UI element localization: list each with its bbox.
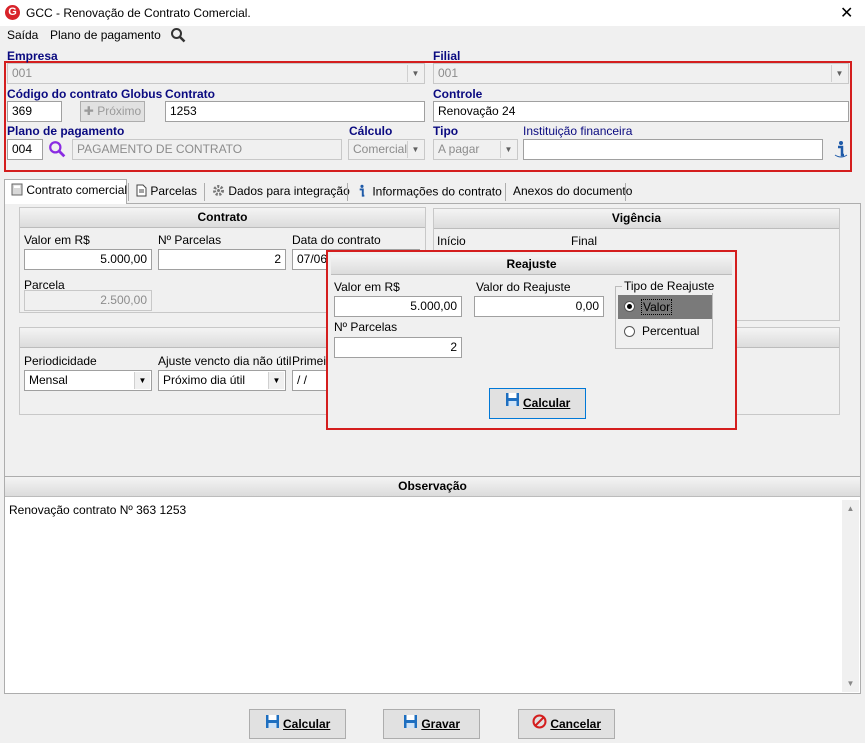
contrato-label: Contrato [165,87,215,101]
cancel-icon [532,711,547,739]
ajuste-label: Ajuste vencto dia não útil [158,354,292,368]
floppy-icon [403,711,418,739]
radio-valor-label: Valor [641,299,673,315]
reajuste-valor-label: Valor em R$ [334,280,400,294]
plano-desc-field: PAGAMENTO DE CONTRATO [72,139,342,160]
ajuste-select[interactable]: Próximo dia útil ▼ [158,370,286,391]
plus-icon: ✚ [83,104,94,118]
instituicao-label: Instituição financeira [523,124,633,138]
calculo-label: Cálculo [349,124,393,138]
radio-percentual[interactable] [624,326,635,337]
proximo-button[interactable]: ✚ Próximo [80,101,145,122]
plano-label: Plano de pagamento [7,124,125,138]
codigo-input[interactable]: 369 [7,101,62,122]
observacao-title: Observação [5,477,860,497]
vigencia-title: Vigência [434,209,839,229]
tab-separator [128,183,129,201]
tab-anexos[interactable]: Anexos do documento [507,181,638,203]
controle-input[interactable]: Renovação 24 [433,101,849,122]
radio-valor-row[interactable]: Valor [618,295,712,319]
info-icon[interactable] [833,140,849,161]
tab-separator [347,183,348,201]
reajuste-title: Reajuste [331,255,732,275]
inicio-label: Início [437,234,466,248]
codigo-label: Código do contrato Globus [7,87,163,101]
tab-separator [505,183,506,201]
observacao-text[interactable]: Renovação contrato Nº 363 1253 [9,503,186,517]
reajuste-calcular-button[interactable]: Calcular [489,388,586,419]
contrato-input[interactable]: 1253 [165,101,425,122]
reajuste-valor-input[interactable]: 5.000,00 [334,296,462,317]
tab-dados-integracao[interactable]: Dados para integração [206,181,356,203]
tab-informacoes[interactable]: Informações do contrato [349,181,508,203]
search-plano-icon[interactable] [48,140,66,161]
tab-contrato-comercial[interactable]: Contrato comercial [4,179,127,204]
valor-input[interactable]: 5.000,00 [24,249,152,270]
data-contrato-label: Data do contrato [292,233,381,247]
periodicidade-label: Periodicidade [24,354,97,368]
reajuste-parcelas-input[interactable]: 2 [334,337,462,358]
menu-exit[interactable]: Saída [7,28,38,42]
calcular-button[interactable]: Calcular [249,709,346,739]
empresa-label: Empresa [7,49,58,63]
tipo-select[interactable]: A pagar ▼ [433,139,518,160]
app-logo: G [5,5,20,20]
contrato-title: Contrato [20,208,425,228]
radio-percentual-label: Percentual [642,324,700,338]
tipo-label: Tipo [433,124,459,138]
gravar-button[interactable]: Gravar [383,709,480,739]
filial-label: Filial [433,49,461,63]
radio-valor[interactable] [624,301,635,312]
floppy-icon [265,711,280,739]
parcela-field: 2.500,00 [24,290,152,311]
reajuste-parcelas-label: Nº Parcelas [334,320,398,334]
valor-label: Valor em R$ [24,233,90,247]
observacao-scrollbar[interactable]: ▲ ▼ [842,500,859,692]
instituicao-input[interactable] [523,139,823,160]
radio-percentual-row[interactable]: Percentual [618,322,712,342]
document-icon [136,184,147,200]
valor-reajuste-label: Valor do Reajuste [476,280,571,294]
calculator-icon [11,183,23,199]
periodicidade-select[interactable]: Mensal ▼ [24,370,152,391]
cancelar-button[interactable]: Cancelar [518,709,615,739]
calculo-select[interactable]: Comercial ▼ [348,139,425,160]
controle-label: Controle [433,87,483,101]
search-icon[interactable] [170,27,186,46]
close-icon[interactable]: ✕ [840,3,853,23]
plano-code-input[interactable]: 004 [7,139,43,160]
tab-separator [204,183,205,201]
menu-payment-plan[interactable]: Plano de pagamento [50,28,161,42]
empresa-select[interactable]: 001 ▼ [7,63,425,84]
final-label: Final [571,234,598,248]
filial-select[interactable]: 001 ▼ [433,63,849,84]
valor-reajuste-input[interactable]: 0,00 [474,296,604,317]
gear-icon [212,184,225,200]
window-title: GCC - Renovação de Contrato Comercial. [26,6,251,20]
parcelas-label: Nº Parcelas [158,233,222,247]
info-tab-icon [355,184,369,201]
tab-parcelas[interactable]: Parcelas [130,181,203,203]
floppy-icon [505,389,520,418]
tab-separator [625,183,626,201]
tipo-reajuste-label: Tipo de Reajuste [622,279,717,293]
parcelas-input[interactable]: 2 [158,249,286,270]
